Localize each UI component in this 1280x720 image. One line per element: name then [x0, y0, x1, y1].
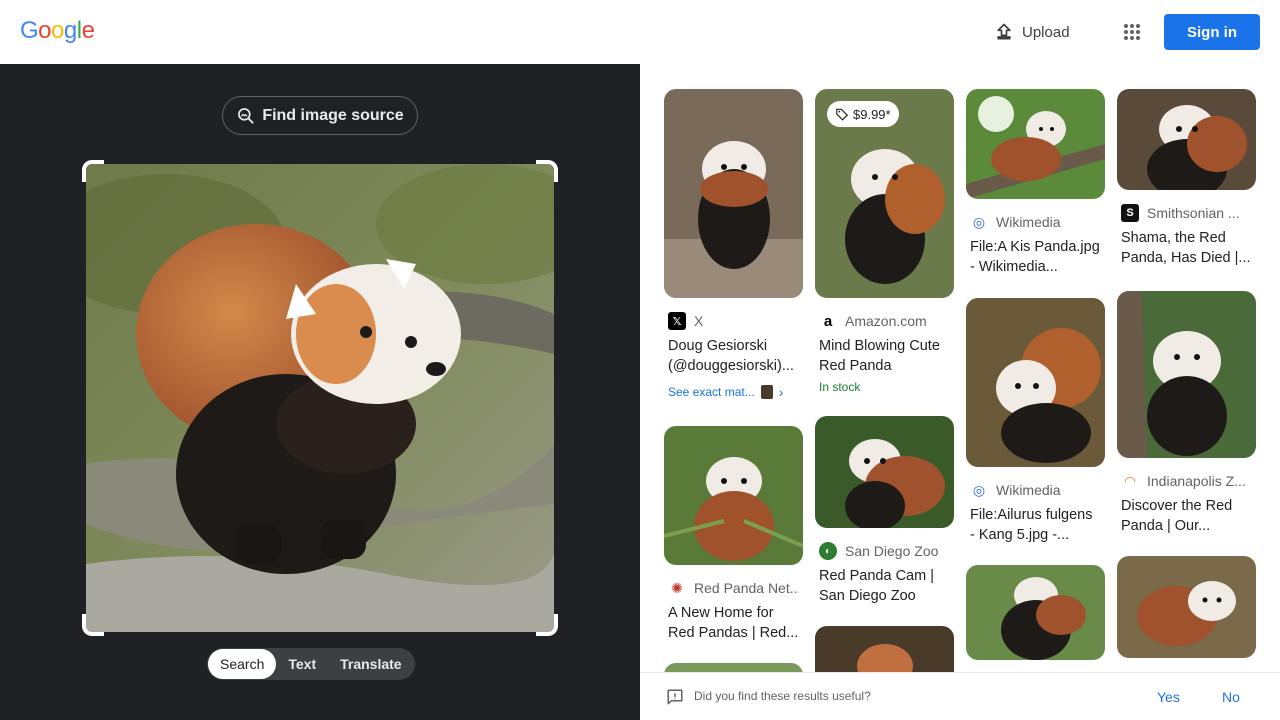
exact-match-thumbnail-icon: [760, 385, 773, 399]
price-tag-icon: [836, 108, 849, 121]
crop-handle-bottom-right[interactable]: [536, 614, 558, 636]
result-card[interactable]: $9.99* a Amazon.com Mind Blowing Cute Re…: [815, 89, 954, 394]
result-source[interactable]: a Amazon.com: [819, 312, 950, 330]
x-logo-icon: 𝕏: [668, 312, 686, 330]
result-thumbnail[interactable]: [1117, 291, 1256, 458]
chevron-right-icon: ›: [778, 384, 784, 400]
result-source[interactable]: S Smithsonian ...: [1121, 204, 1252, 222]
result-thumbnail[interactable]: [664, 663, 803, 672]
result-source[interactable]: 𝕏 X: [668, 312, 799, 330]
feedback-bar: Did you find these results useful? Yes N…: [640, 672, 1280, 720]
result-thumbnail[interactable]: [815, 416, 954, 528]
logo-letter: G: [20, 17, 39, 44]
result-thumbnail[interactable]: [1117, 89, 1256, 190]
result-card[interactable]: [664, 663, 803, 672]
wikimedia-logo-icon: ◎: [972, 213, 986, 230]
result-card[interactable]: ◐ San Diego Zoo Red Panda Cam | San Dieg…: [815, 416, 954, 606]
result-thumbnail[interactable]: [664, 426, 803, 565]
find-image-source-label: Find image source: [262, 106, 404, 124]
upload-button[interactable]: Upload: [984, 14, 1080, 50]
upload-icon: [997, 23, 1011, 40]
result-card[interactable]: ◠ Indianapolis Z... Discover the Red Pan…: [1117, 291, 1256, 536]
see-exact-matches-link[interactable]: See exact mat... ›: [668, 384, 799, 400]
result-title[interactable]: A New Home for Red Pandas | Red...: [668, 603, 799, 643]
result-card[interactable]: [815, 626, 954, 672]
result-title[interactable]: Mind Blowing Cute Red Panda Walkin...: [819, 336, 950, 376]
logo-letter: g: [63, 17, 77, 44]
query-image-panel: Find image source Search Text Translate: [0, 64, 640, 720]
result-card[interactable]: ◎ Wikimedia File:Ailurus fulgens - Kang …: [966, 298, 1105, 545]
upload-label: Upload: [1022, 23, 1070, 41]
result-thumbnail[interactable]: [966, 565, 1105, 660]
logo-letter: o: [38, 17, 52, 44]
result-card[interactable]: ◎ Wikimedia File:A Kis Panda.jpg - Wikim…: [966, 89, 1105, 277]
result-source[interactable]: ◠ Indianapolis Z...: [1121, 472, 1252, 490]
feedback-question: Did you find these results useful?: [694, 689, 871, 703]
find-image-source-button[interactable]: Find image source: [222, 96, 418, 135]
amazon-logo-icon: a: [823, 312, 833, 330]
price-badge: $9.99*: [827, 101, 899, 127]
sign-in-button[interactable]: Sign in: [1164, 14, 1260, 50]
feedback-icon: [667, 689, 683, 705]
result-card[interactable]: S Smithsonian ... Shama, the Red Panda, …: [1117, 89, 1256, 268]
tab-translate[interactable]: Translate: [328, 649, 413, 679]
lens-mode-tabs: Search Text Translate: [207, 648, 415, 680]
result-card[interactable]: [966, 565, 1105, 660]
result-source[interactable]: ◎ Wikimedia: [970, 213, 1101, 231]
result-title[interactable]: File:A Kis Panda.jpg - Wikimedia...: [970, 237, 1101, 277]
tab-search[interactable]: Search: [208, 649, 277, 679]
indianapolis-zoo-logo-icon: ◠: [1124, 472, 1136, 489]
result-thumbnail[interactable]: [966, 89, 1105, 199]
san-diego-zoo-logo-icon: ◐: [819, 542, 837, 560]
result-title[interactable]: Shama, the Red Panda, Has Died |...: [1121, 228, 1252, 268]
google-apps-button[interactable]: [1114, 14, 1150, 50]
query-image: [86, 164, 554, 632]
crop-selection[interactable]: [82, 160, 558, 636]
result-thumbnail[interactable]: [1117, 556, 1256, 658]
result-card[interactable]: [1117, 556, 1256, 658]
result-source[interactable]: ◐ San Diego Zoo: [819, 542, 950, 560]
result-title[interactable]: Discover the Red Panda | Our...: [1121, 496, 1252, 536]
result-card[interactable]: 𝕏 X Doug Gesiorski (@douggesiorski)... S…: [664, 89, 803, 400]
result-title[interactable]: Doug Gesiorski (@douggesiorski)...: [668, 336, 799, 376]
google-logo[interactable]: Google: [20, 17, 95, 45]
result-thumbnail[interactable]: [664, 89, 803, 298]
result-thumbnail[interactable]: [815, 626, 954, 672]
feedback-no-button[interactable]: No: [1222, 689, 1240, 705]
tab-text[interactable]: Text: [276, 649, 328, 679]
logo-letter: o: [51, 17, 64, 44]
stock-status: In stock: [819, 380, 861, 394]
smithsonian-logo-icon: S: [1121, 204, 1139, 222]
result-title[interactable]: Red Panda Cam | San Diego Zoo: [819, 566, 950, 606]
visual-matches: 𝕏 X Doug Gesiorski (@douggesiorski)... S…: [640, 64, 1280, 672]
search-image-icon: [238, 107, 254, 124]
logo-letter: e: [81, 17, 95, 44]
result-source[interactable]: ◎ Wikimedia: [970, 481, 1101, 499]
top-bar: Google Upload Sign in: [0, 0, 1280, 64]
apps-grid-icon: [1124, 24, 1140, 40]
feedback-yes-button[interactable]: Yes: [1157, 689, 1180, 705]
result-thumbnail[interactable]: [966, 298, 1105, 467]
wikimedia-logo-icon: ◎: [972, 481, 986, 498]
result-thumbnail[interactable]: $9.99*: [815, 89, 954, 298]
crop-handle-bottom-left[interactable]: [82, 614, 104, 636]
result-card[interactable]: ✺ Red Panda Net... A New Home for Red Pa…: [664, 426, 803, 643]
result-source[interactable]: ✺ Red Panda Net...: [668, 579, 799, 597]
result-title[interactable]: File:Ailurus fulgens - Kang 5.jpg -...: [970, 505, 1101, 545]
red-panda-network-logo-icon: ✺: [671, 579, 683, 596]
crop-handle-top-left[interactable]: [82, 160, 104, 182]
crop-handle-top-right[interactable]: [536, 160, 558, 182]
